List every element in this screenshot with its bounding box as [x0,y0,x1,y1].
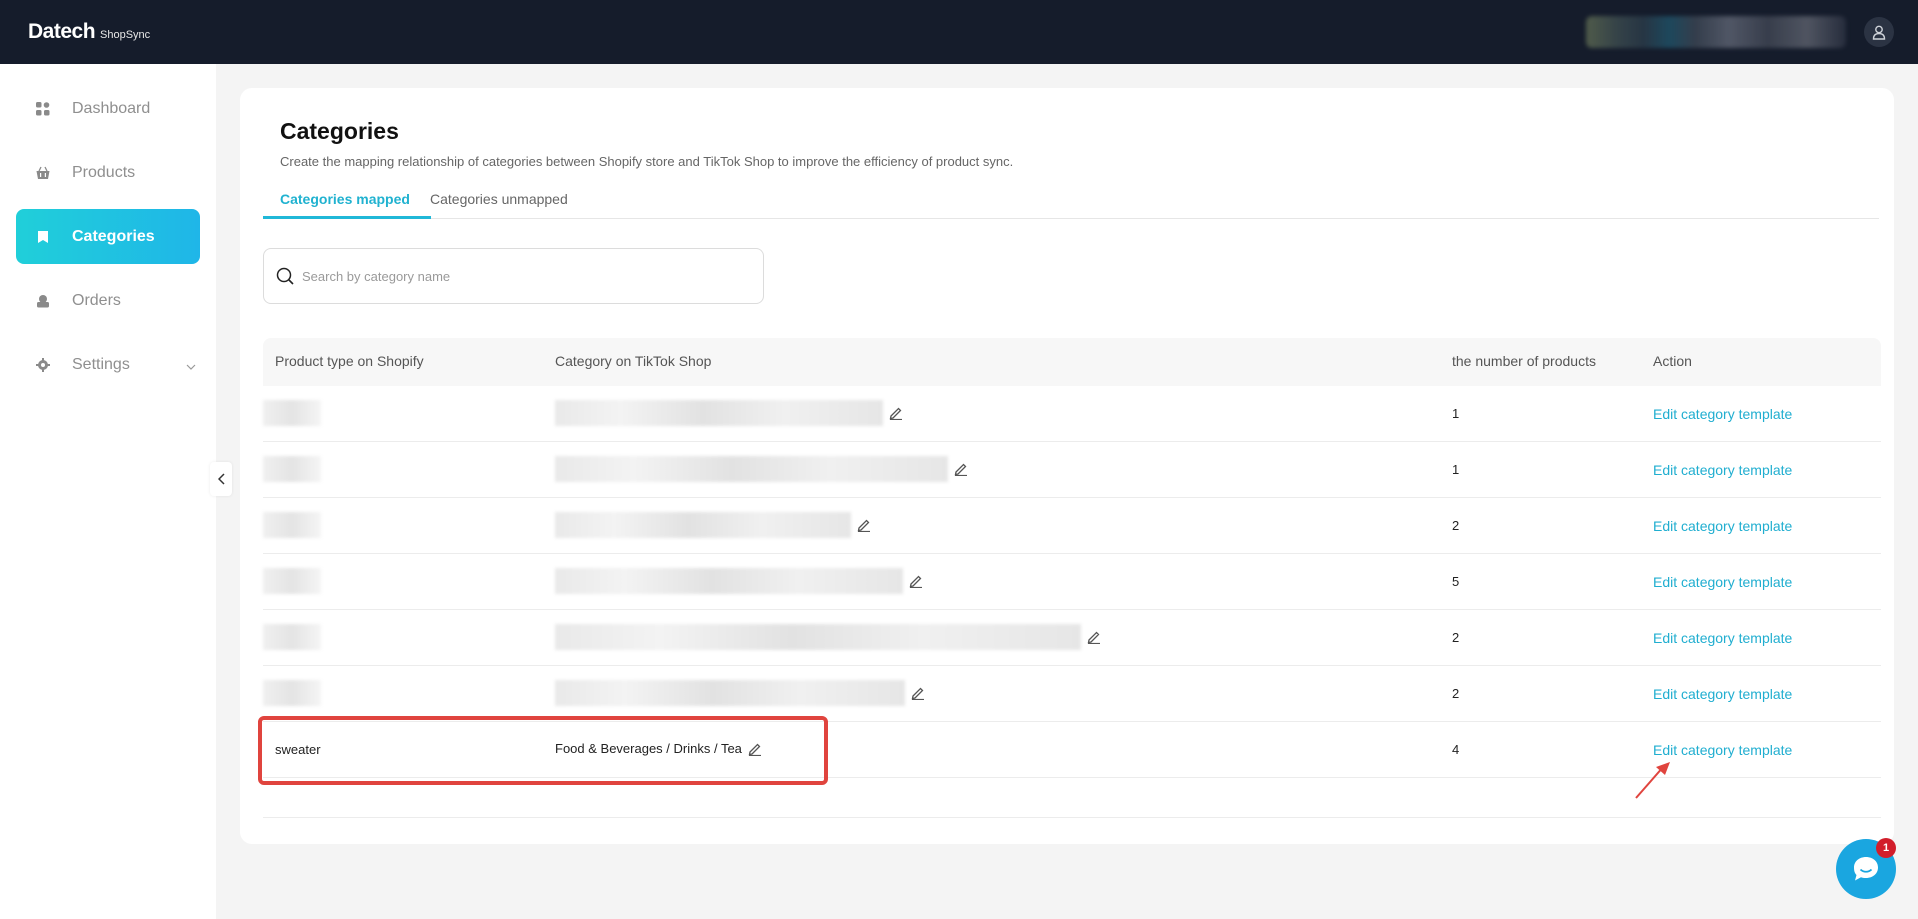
sidebar-item-settings[interactable]: Settings [16,337,200,392]
redacted-product-type [263,456,321,482]
edit-pencil-icon[interactable] [911,686,925,700]
user-button[interactable] [1864,17,1894,47]
annotation-arrow-icon [1635,762,1670,799]
highlight-box [258,716,828,785]
product-count: 1 [1452,462,1460,477]
redacted-product-type [263,680,321,706]
orders-icon [36,294,50,308]
page-description: Create the mapping relationship of categ… [280,154,1014,169]
sidebar-item-products[interactable]: Products [16,145,200,200]
sidebar-item-label: Dashboard [72,99,151,117]
chevron-down-icon [186,357,196,375]
tiktok-category-cell [555,400,903,426]
edit-pencil-icon[interactable] [857,518,871,532]
table-row: 1 Edit category template [263,386,1881,442]
redacted-category [555,456,948,482]
chat-bubble-icon [1854,857,1878,881]
redacted-product-type [263,512,321,538]
active-tab-indicator [263,216,431,219]
product-count: 2 [1452,518,1460,533]
dashboard-icon [36,101,50,116]
sidebar-item-label: Categories [72,227,155,245]
edit-category-template-link[interactable]: Edit category template [1653,518,1792,534]
search-box [263,248,764,304]
redacted-category [555,512,851,538]
edit-category-template-link[interactable]: Edit category template [1653,574,1792,590]
redacted-category [555,568,903,594]
table-row: 2 Edit category template [263,666,1881,722]
redacted-product-type [263,568,321,594]
redacted-category [555,400,883,426]
header-action: Action [1653,353,1692,369]
tiktok-category-cell [555,568,923,594]
search-input[interactable] [302,268,722,284]
brand-name: Datech [28,20,96,43]
tiktok-category-cell [555,680,925,706]
table-row: 2 Edit category template [263,498,1881,554]
redacted-category [555,680,905,706]
tiktok-category-cell [555,624,1101,650]
sidebar-item-label: Settings [72,355,130,373]
redacted-category [555,624,1081,650]
sidebar: Dashboard Products Categories Orders Set… [0,64,216,919]
edit-pencil-icon[interactable] [1087,630,1101,644]
product-count: 5 [1452,574,1460,589]
table-header: Product type on Shopify Category on TikT… [263,338,1881,386]
sidebar-item-categories[interactable]: Categories [16,209,200,264]
sidebar-item-orders[interactable]: Orders [16,273,200,328]
tiktok-category-cell [555,512,871,538]
header-product-count: the number of products [1452,353,1596,369]
brand-sub: ShopSync [100,29,151,41]
edit-category-template-link[interactable]: Edit category template [1653,630,1792,646]
basket-icon [36,166,50,180]
edit-pencil-icon[interactable] [954,462,968,476]
redacted-product-type [263,624,321,650]
gear-icon [36,357,50,372]
bookmark-icon [36,230,50,244]
redacted-product-type [263,400,321,426]
tiktok-category-cell [555,456,968,482]
product-count: 1 [1452,406,1460,421]
logo: Datech ShopSync [28,20,150,44]
edit-category-template-link[interactable]: Edit category template [1653,686,1792,702]
page-title: Categories [280,118,399,144]
sidebar-item-label: Orders [72,291,121,309]
top-bar: Datech ShopSync [0,0,1918,64]
search-icon [276,267,294,285]
edit-category-template-link[interactable]: Edit category template [1653,462,1792,478]
tab-categories-unmapped[interactable]: Categories unmapped [430,191,568,207]
sidebar-collapse-button[interactable] [210,462,232,496]
user-icon [1872,25,1886,40]
tab-categories-mapped[interactable]: Categories mapped [280,191,410,207]
table-row: 1 Edit category template [263,442,1881,498]
product-count: 2 [1452,630,1460,645]
edit-category-template-link[interactable]: Edit category template [1653,406,1792,422]
edit-pencil-icon[interactable] [909,574,923,588]
chat-notification-badge: 1 [1876,838,1896,858]
edit-category-template-link[interactable]: Edit category template [1653,742,1792,758]
tab-bar: Categories mapped Categories unmapped [263,181,1879,219]
header-product-type: Product type on Shopify [275,353,424,369]
edit-pencil-icon[interactable] [889,406,903,420]
product-count: 4 [1452,742,1460,757]
table-row: 2 Edit category template [263,610,1881,666]
account-name-redacted[interactable] [1586,16,1846,48]
chevron-left-icon [217,473,225,485]
sidebar-item-label: Products [72,163,136,181]
product-count: 2 [1452,686,1460,701]
sidebar-item-dashboard[interactable]: Dashboard [16,81,200,136]
table-row: 5 Edit category template [263,554,1881,610]
header-tiktok-category: Category on TikTok Shop [555,353,712,369]
